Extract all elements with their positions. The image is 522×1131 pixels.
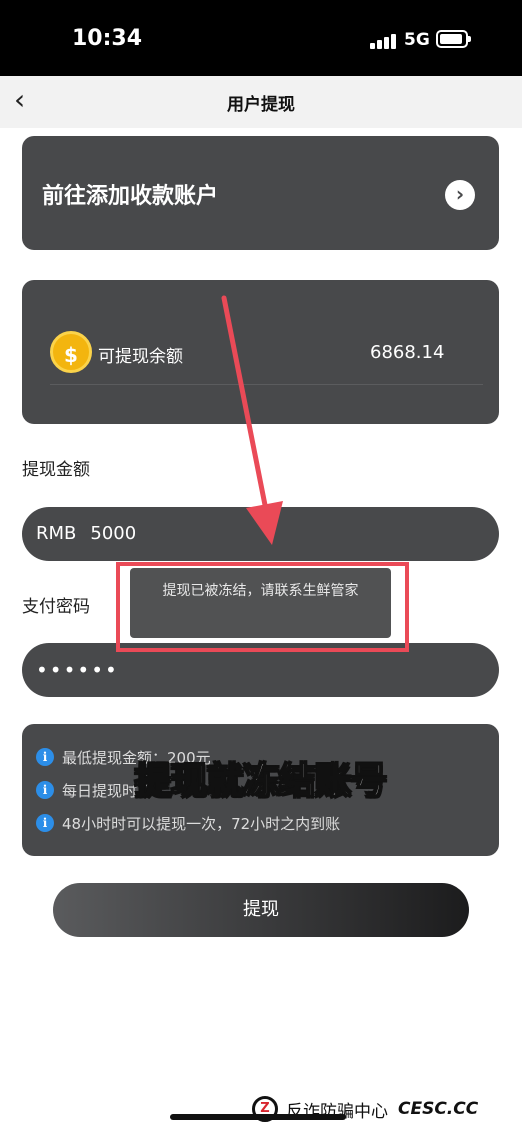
watermark-site: CESC.CC	[398, 1099, 479, 1119]
overlay-caption: 提现就冻结账号	[134, 760, 388, 803]
toast-message: 提现已被冻结，请联系生鲜管家	[130, 568, 391, 638]
home-indicator[interactable]	[170, 1114, 346, 1120]
